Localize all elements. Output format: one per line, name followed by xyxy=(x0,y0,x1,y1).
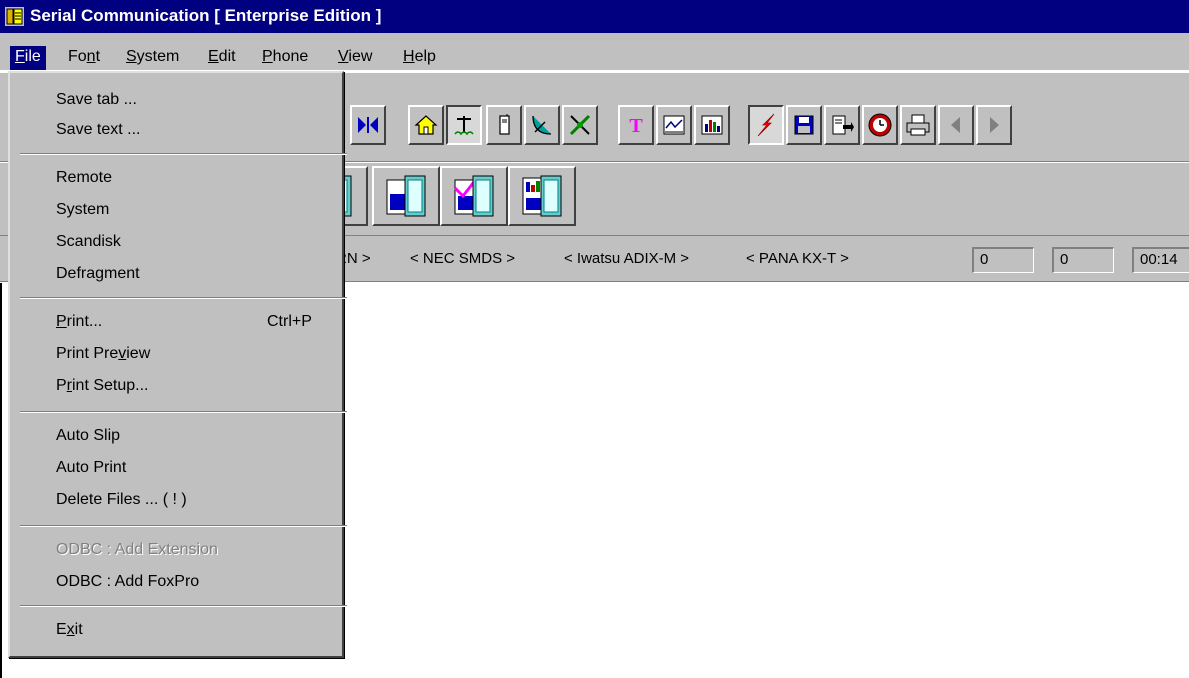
text-icon[interactable]: T xyxy=(618,105,654,145)
lightning-icon[interactable] xyxy=(748,105,784,145)
satellite-dish-icon[interactable] xyxy=(524,105,560,145)
menu-item-scandisk[interactable]: Scandisk xyxy=(56,233,121,251)
menu-item-system[interactable]: System xyxy=(56,201,109,219)
menu-item-defragment[interactable]: Defragment xyxy=(56,265,140,283)
menu-separator xyxy=(20,411,347,413)
menu-edit[interactable]: Edit xyxy=(203,46,241,70)
pbx-label-nec-smds[interactable]: < NEC SMDS > xyxy=(410,250,515,267)
status-field-time: 00:14 xyxy=(1132,247,1189,273)
save-icon[interactable] xyxy=(786,105,822,145)
menu-item-odbc-add-foxpro[interactable]: ODBC : Add FoxPro xyxy=(56,573,199,591)
menu-separator xyxy=(20,525,347,527)
line-chart-icon[interactable] xyxy=(656,105,692,145)
export-icon[interactable] xyxy=(824,105,860,145)
status-field-count2: 0 xyxy=(1052,247,1114,273)
menu-item-auto-print[interactable]: Auto Print xyxy=(56,459,126,477)
window-title: Serial Communication [ Enterprise Editio… xyxy=(30,6,382,25)
phone-icon[interactable] xyxy=(486,105,522,145)
menu-item-delete-files[interactable]: Delete Files ... ( ! ) xyxy=(56,491,187,509)
menu-separator xyxy=(20,297,347,299)
menu-item-odbc-add-extension: ODBC : Add Extension xyxy=(56,541,218,558)
menu-item-auto-slip[interactable]: Auto Slip xyxy=(56,427,120,445)
menu-item-save-tab[interactable]: Save tab ... xyxy=(56,91,137,109)
menu-item-save-text[interactable]: Save text ... xyxy=(56,121,140,139)
menu-phone[interactable]: Phone xyxy=(257,46,313,70)
bar-chart-icon[interactable] xyxy=(694,105,730,145)
printer-icon[interactable] xyxy=(900,105,936,145)
file-menu-dropdown: Save tab ... Save text ... Remote System… xyxy=(8,71,347,658)
pbx-label-iwatsu[interactable]: < Iwatsu ADIX-M > xyxy=(564,250,689,267)
pbx-label-pana[interactable]: < PANA KX-T > xyxy=(746,250,849,267)
status-field-count1: 0 xyxy=(972,247,1034,273)
split-icon[interactable] xyxy=(350,105,386,145)
menu-item-exit[interactable]: Exit xyxy=(56,621,83,639)
menu-item-print-setup[interactable]: Print Setup... xyxy=(56,377,149,395)
document-check-icon[interactable] xyxy=(440,166,508,226)
menu-font[interactable]: Font xyxy=(63,46,105,70)
document-table-icon[interactable] xyxy=(372,166,440,226)
menu-view[interactable]: View xyxy=(333,46,377,70)
antenna-icon[interactable] xyxy=(446,105,482,145)
menu-separator xyxy=(20,153,347,155)
menu-item-print-preview[interactable]: Print Preview xyxy=(56,345,150,363)
app-icon[interactable] xyxy=(5,7,24,26)
menu-shortcut-print: Ctrl+P xyxy=(267,313,312,330)
menu-separator xyxy=(20,605,347,607)
menu-file[interactable]: File xyxy=(10,46,46,70)
menu-item-print[interactable]: Print... xyxy=(56,313,102,331)
arrow-right-icon[interactable] xyxy=(976,105,1012,145)
arrow-left-icon[interactable] xyxy=(938,105,974,145)
menu-system[interactable]: System xyxy=(121,46,184,70)
menu-help[interactable]: Help xyxy=(398,46,441,70)
clock-icon[interactable] xyxy=(862,105,898,145)
document-chart-icon[interactable] xyxy=(508,166,576,226)
satellite-icon[interactable] xyxy=(562,105,598,145)
menu-item-remote[interactable]: Remote xyxy=(56,169,112,187)
home-icon[interactable] xyxy=(408,105,444,145)
svg-text:T: T xyxy=(629,115,643,137)
